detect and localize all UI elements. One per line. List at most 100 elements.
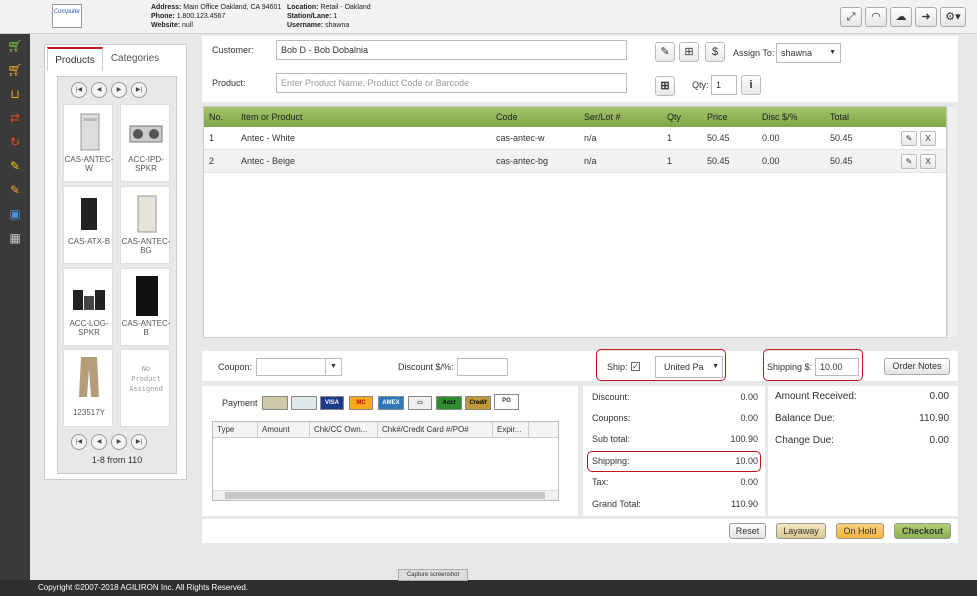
cash-icon[interactable] bbox=[262, 396, 288, 410]
ship-country-select[interactable]: United Pa ▼ bbox=[655, 356, 723, 378]
discount-input[interactable] bbox=[457, 358, 508, 376]
gear-icon[interactable]: ⚙▾ bbox=[940, 7, 966, 27]
account-icon[interactable]: Acct bbox=[436, 396, 462, 410]
logo-text: Computer bbox=[53, 9, 81, 15]
add-customer-icon[interactable]: ⊞ bbox=[679, 42, 699, 62]
remove-row-icon[interactable]: X bbox=[920, 131, 936, 146]
money-icon[interactable]: ▣ bbox=[0, 202, 30, 226]
pager-first-icon[interactable]: |◀ bbox=[71, 82, 87, 98]
tab-categories[interactable]: Categories bbox=[104, 47, 166, 71]
amex-icon[interactable]: AMEX bbox=[378, 396, 404, 410]
transfer-icon[interactable]: ⇄ bbox=[0, 106, 30, 130]
product-tile[interactable]: CAS-ANTEC-B bbox=[120, 268, 170, 346]
product-search-input[interactable]: Enter Product Name, Product Code or Barc… bbox=[276, 73, 627, 93]
add-product-icon[interactable]: ⊞ bbox=[655, 76, 675, 96]
row-total: 50.45 bbox=[830, 133, 853, 143]
pc-case-icon bbox=[126, 274, 166, 318]
credit-icon[interactable]: Credit bbox=[465, 396, 491, 410]
order-notes-button[interactable]: Order Notes bbox=[884, 358, 950, 375]
ship-checkbox[interactable]: ✓ bbox=[631, 362, 640, 371]
coupon-label: Coupon: bbox=[218, 362, 253, 372]
qty-input[interactable]: 1 bbox=[711, 75, 737, 95]
product-tile-label: ACC-IPD-SPKR bbox=[128, 155, 164, 173]
product-tile[interactable]: CAS-ATX-B bbox=[63, 186, 113, 264]
pager-first-icon[interactable]: |◀ bbox=[71, 434, 87, 450]
pager-next-icon[interactable]: ▶ bbox=[111, 434, 127, 450]
row-code: cas-antec-bg bbox=[496, 156, 549, 166]
row-price[interactable]: 50.45 bbox=[707, 150, 730, 173]
row-no: 1 bbox=[209, 133, 215, 143]
tab-products[interactable]: Products bbox=[47, 47, 103, 71]
row-qty[interactable]: 1 bbox=[667, 150, 672, 173]
ship-country-value: United Pa bbox=[664, 362, 704, 372]
expand-icon[interactable]: ⤢ bbox=[840, 7, 862, 27]
shipping-total-line: Shipping: 10.00 bbox=[592, 451, 758, 471]
info-icon[interactable]: i bbox=[741, 75, 761, 95]
scrollbar-thumb[interactable] bbox=[225, 492, 545, 499]
speaker-dock-icon bbox=[126, 110, 166, 154]
visa-icon[interactable]: VISA bbox=[320, 396, 344, 410]
total-label: Coupons: bbox=[592, 413, 631, 423]
product-tile[interactable]: ACC-IPD-SPKR bbox=[120, 104, 170, 182]
row-disc[interactable]: 0.00 bbox=[762, 127, 780, 150]
dollar-icon[interactable]: $ bbox=[705, 42, 725, 62]
reset-button[interactable]: Reset bbox=[729, 523, 766, 539]
pc-case-icon bbox=[126, 192, 166, 236]
pager-last-icon[interactable]: ▶| bbox=[131, 434, 147, 450]
cart-icon[interactable]: 🛒︎ bbox=[0, 34, 30, 58]
edit-row-icon[interactable]: ✎ bbox=[901, 154, 917, 169]
discount-label: Discount $/%: bbox=[398, 362, 454, 372]
on-hold-button[interactable]: On Hold bbox=[836, 523, 884, 539]
logout-icon[interactable]: ➜ bbox=[915, 7, 937, 27]
checkout-button[interactable]: Checkout bbox=[894, 523, 951, 539]
refresh-icon[interactable]: ↻ bbox=[0, 130, 30, 154]
product-tile[interactable]: CAS-ANTEC-W bbox=[63, 104, 113, 182]
amount-label: Change Due: bbox=[775, 435, 834, 446]
pager-prev-icon[interactable]: ◀ bbox=[91, 434, 107, 450]
address-value: Main Office Oakland, CA 94601 bbox=[183, 4, 282, 11]
total-value: 0.00 bbox=[740, 477, 758, 487]
assign-to-select[interactable]: shawna ▼ bbox=[776, 43, 841, 63]
grid-icon[interactable]: ▦ bbox=[0, 226, 30, 250]
total-label: Tax: bbox=[592, 477, 609, 487]
product-tile[interactable]: No Product Assigned bbox=[120, 349, 170, 427]
wifi-icon[interactable]: ◠ bbox=[865, 7, 887, 27]
pager-next-icon[interactable]: ▶ bbox=[111, 82, 127, 98]
edit-icon[interactable]: ✎ bbox=[0, 178, 30, 202]
mastercard-icon[interactable]: MC bbox=[349, 396, 373, 410]
remove-row-icon[interactable]: X bbox=[920, 154, 936, 169]
username-value: shawna bbox=[325, 22, 350, 29]
check-icon[interactable] bbox=[291, 396, 317, 410]
col-header: Qty bbox=[667, 112, 682, 122]
cart-outline-icon[interactable]: ⊔ bbox=[0, 82, 30, 106]
layaway-button[interactable]: Layaway bbox=[776, 523, 826, 539]
shipping-input[interactable]: 10.00 bbox=[815, 358, 859, 376]
amount-value: 110.90 bbox=[919, 413, 949, 424]
col-header: Price bbox=[707, 112, 728, 122]
table-scrollbar[interactable] bbox=[947, 107, 957, 337]
po-icon[interactable]: PO bbox=[494, 394, 519, 410]
product-tile[interactable]: 123517Y bbox=[63, 349, 113, 427]
edit-row-icon[interactable]: ✎ bbox=[901, 131, 917, 146]
col-header: Amount bbox=[258, 422, 310, 438]
pager-prev-icon[interactable]: ◀ bbox=[91, 82, 107, 98]
card-icon[interactable]: ▭ bbox=[408, 396, 432, 410]
coupons-total-line: Coupons: 0.00 bbox=[592, 408, 758, 428]
edit-icon[interactable]: ✎ bbox=[0, 154, 30, 178]
row-disc[interactable]: 0.00 bbox=[762, 150, 780, 173]
website-label: Website: bbox=[151, 22, 181, 29]
row-qty[interactable]: 1 bbox=[667, 127, 672, 150]
row-price[interactable]: 50.45 bbox=[707, 127, 730, 150]
edit-customer-icon[interactable]: ✎ bbox=[655, 42, 675, 62]
cloud-upload-icon[interactable]: ☁ bbox=[890, 7, 912, 27]
total-label: Sub total: bbox=[592, 434, 631, 444]
pager-text: 1-8 from 110 bbox=[91, 455, 143, 465]
customer-input[interactable]: Bob D - Bob Dobalnia bbox=[276, 40, 627, 60]
payment-scrollbar[interactable] bbox=[213, 490, 558, 500]
product-tile[interactable]: CAS-ANTEC-BG bbox=[120, 186, 170, 264]
coupon-select[interactable]: ▼ bbox=[256, 358, 342, 376]
cart-icon[interactable]: 🛒︎ bbox=[0, 58, 30, 82]
pager-last-icon[interactable]: ▶| bbox=[131, 82, 147, 98]
no-product-label: No Product Assigned bbox=[129, 365, 163, 393]
product-tile[interactable]: ACC-LOG-SPKR bbox=[63, 268, 113, 346]
